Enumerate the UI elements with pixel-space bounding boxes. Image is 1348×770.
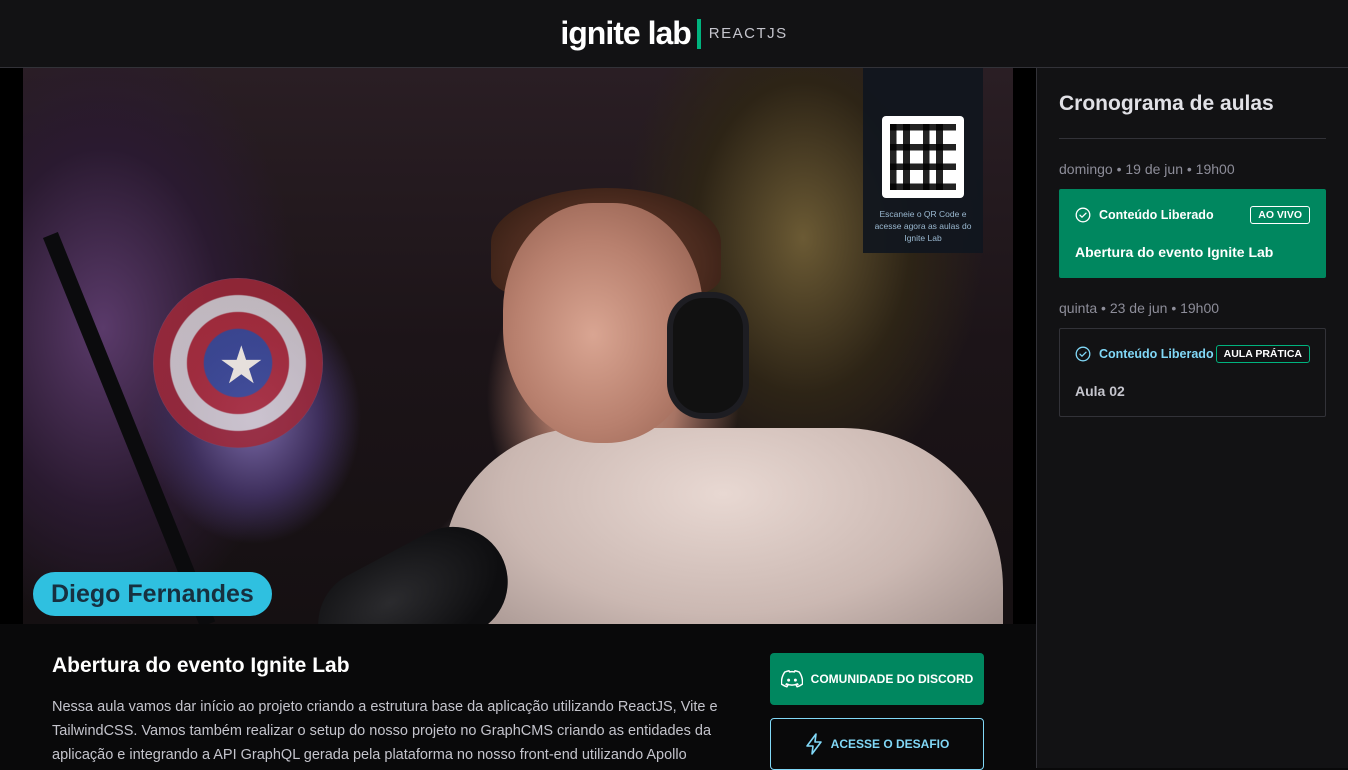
lesson-card-header: Conteúdo Liberado AO VIVO: [1075, 206, 1310, 224]
check-circle-icon: [1075, 346, 1091, 362]
logo-text: ignite lab: [560, 15, 691, 51]
lesson-status: Conteúdo Liberado: [1075, 346, 1214, 362]
star-icon: ★: [218, 337, 265, 395]
lesson-status-label: Conteúdo Liberado: [1099, 347, 1214, 361]
speaker-hoodie: [443, 428, 1003, 624]
lesson-date: quinta • 23 de jun • 19h00: [1059, 300, 1220, 316]
lesson-badge: AO VIVO: [1250, 206, 1310, 224]
challenge-button[interactable]: ACESSE O DESAFIO: [770, 718, 984, 770]
logo[interactable]: ignite lab REACTJS: [560, 15, 787, 52]
lesson-badge: AULA PRÁTICA: [1215, 345, 1310, 363]
qr-caption: Escaneie o QR Code e acesse agora as aul…: [874, 209, 972, 243]
lesson-card-title: Aula 02: [1075, 383, 1125, 399]
header: ignite lab REACTJS: [0, 0, 1348, 68]
lightning-icon: [805, 733, 822, 755]
main-content: ★ Escaneie o QR Code e acesse agora as a…: [0, 68, 1036, 770]
discord-logo-icon: [780, 670, 803, 688]
qr-panel: Escaneie o QR Code e acesse agora as aul…: [863, 68, 983, 253]
sidebar: Cronograma de aulas domingo • 19 de jun …: [1036, 68, 1348, 768]
qr-code-icon: [882, 116, 964, 198]
lesson-title: Abertura do evento Ignite Lab: [52, 654, 350, 677]
logo-divider: [696, 18, 701, 49]
lesson-date: domingo • 19 de jun • 19h00: [1059, 161, 1235, 177]
video-frame[interactable]: ★ Escaneie o QR Code e acesse agora as a…: [23, 68, 1013, 624]
check-circle-icon: [1075, 207, 1091, 223]
lesson-info: Abertura do evento Ignite Lab Nessa aula…: [52, 654, 732, 767]
lesson-card-title: Abertura do evento Ignite Lab: [1075, 244, 1274, 260]
lesson-status: Conteúdo Liberado: [1075, 207, 1214, 223]
lesson-item: domingo • 19 de jun • 19h00 Conteúdo Lib…: [1059, 161, 1326, 278]
lesson-card-active[interactable]: Conteúdo Liberado AO VIVO Abertura do ev…: [1059, 189, 1326, 278]
lesson-card-header: Conteúdo Liberado AULA PRÁTICA: [1075, 345, 1310, 363]
sidebar-title: Cronograma de aulas: [1059, 92, 1326, 139]
lesson-status-label: Conteúdo Liberado: [1099, 208, 1214, 222]
lesson-card[interactable]: Conteúdo Liberado AULA PRÁTICA Aula 02: [1059, 328, 1326, 417]
discord-community-button[interactable]: COMUNIDADE DO DISCORD: [770, 653, 984, 705]
challenge-button-label: ACESSE O DESAFIO: [830, 737, 950, 751]
lesson-description: Nessa aula vamos dar início ao projeto c…: [52, 699, 718, 763]
headphone-icon: [673, 298, 743, 413]
discord-button-label: COMUNIDADE DO DISCORD: [810, 672, 974, 686]
video-player[interactable]: ★ Escaneie o QR Code e acesse agora as a…: [0, 68, 1036, 624]
logo-subtitle: REACTJS: [708, 25, 788, 42]
speaker-name-tag: Diego Fernandes: [33, 572, 272, 616]
lesson-item: quinta • 23 de jun • 19h00 Conteúdo Libe…: [1059, 300, 1326, 417]
